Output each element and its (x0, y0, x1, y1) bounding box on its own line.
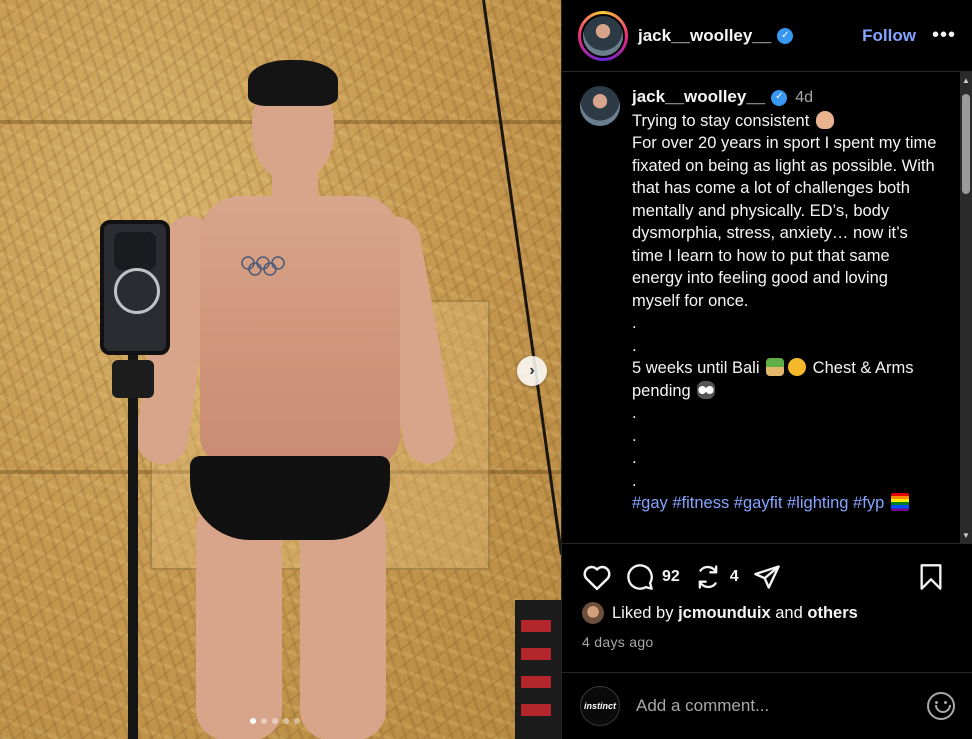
eyes-emoji-icon (697, 380, 716, 399)
send-icon (753, 565, 780, 589)
post-header: jack__woolley__ ✓ Follow ••• (562, 0, 972, 72)
rainbow-flag-emoji-icon (890, 493, 909, 511)
repost-icon (698, 565, 718, 589)
commenter-avatar[interactable]: instinct (580, 686, 620, 726)
scroll-up-icon[interactable]: ▲ (962, 76, 970, 85)
comment-bubble-icon (627, 564, 653, 590)
save-button[interactable] (918, 563, 944, 591)
more-horizontal-icon[interactable]: ••• (932, 24, 956, 47)
caption-username[interactable]: jack__woolley__ (632, 87, 765, 106)
figure-cap (248, 60, 338, 106)
carousel-dots (250, 718, 300, 724)
comment-bar: instinct (562, 672, 972, 739)
weight-rack (515, 600, 561, 739)
likes-summary: Liked by jcmounduix and others (582, 602, 858, 624)
verified-badge-icon: ✓ (771, 89, 788, 106)
caption-area: jack__woolley__ ✓ 4d Trying to stay consis… (562, 72, 972, 544)
post-time[interactable]: 4d (795, 89, 813, 106)
liker-username[interactable]: jcmounduix (678, 604, 771, 623)
likes-others-link[interactable]: others (807, 604, 857, 623)
scrollbar-thumb[interactable] (962, 94, 970, 194)
emoji-smile-icon[interactable] (927, 692, 955, 720)
carousel-dot (261, 718, 267, 724)
carousel-dot (283, 718, 289, 724)
post-side-panel: jack__woolley__ ✓ Follow ••• jack__wooll… (561, 0, 972, 739)
caption-line: . (632, 404, 637, 422)
flexed-biceps-emoji-icon (815, 110, 834, 129)
share-button[interactable] (753, 563, 781, 591)
comment-count: 92 (662, 568, 680, 585)
caption-line: . (632, 314, 637, 332)
carousel-dot (294, 718, 300, 724)
scroll-down-icon[interactable]: ▼ (962, 531, 970, 540)
caption-line: For over 20 years in sport I spent my ti… (632, 134, 937, 310)
olympic-rings-tattoo (241, 256, 285, 276)
post-media[interactable]: › (0, 0, 561, 739)
caption-line: Trying to stay consistent (632, 111, 810, 130)
repost-count: 4 (729, 568, 739, 585)
verified-badge-icon: ✓ (777, 27, 794, 44)
caption-line: . (632, 426, 637, 445)
post-date[interactable]: 4 days ago (582, 634, 654, 650)
follow-button[interactable]: Follow (862, 26, 916, 46)
like-button[interactable] (582, 563, 612, 591)
carousel-dot (250, 718, 256, 724)
sun-emoji-icon (788, 358, 807, 376)
caption-body: jack__woolley__ ✓ 4d Trying to stay consis… (632, 86, 937, 515)
caption-line: . (632, 449, 637, 467)
author-username[interactable]: jack__woolley__ (638, 26, 771, 46)
figure-torso (200, 196, 400, 466)
heart-icon (583, 565, 611, 591)
comment-button[interactable]: 92 (626, 563, 680, 591)
island-emoji-icon (766, 358, 785, 376)
caption-author-avatar[interactable] (580, 86, 620, 126)
bookmark-icon (920, 564, 942, 590)
post-actions: 92 4 (582, 557, 958, 597)
caption-line: 5 weeks until Bali (632, 359, 760, 377)
carousel-next-button[interactable]: › (517, 356, 547, 386)
liker-avatar[interactable] (582, 602, 604, 624)
comment-input[interactable] (636, 696, 927, 716)
likes-connector: and (775, 603, 803, 622)
caption-hashtags[interactable]: #gay #fitness #gayfit #lighting #fyp (632, 494, 884, 512)
repost-button[interactable]: 4 (694, 563, 739, 591)
tripod-mount (112, 360, 154, 398)
likes-prefix: Liked by (612, 603, 674, 622)
caption-line: . (632, 336, 637, 355)
carousel-dot (272, 718, 278, 724)
author-avatar[interactable] (578, 10, 628, 61)
caption-line: . (632, 471, 637, 490)
phone-on-tripod (100, 220, 170, 355)
caption-scrollbar[interactable]: ▲ ▼ (960, 72, 972, 544)
figure-briefs (190, 456, 390, 540)
